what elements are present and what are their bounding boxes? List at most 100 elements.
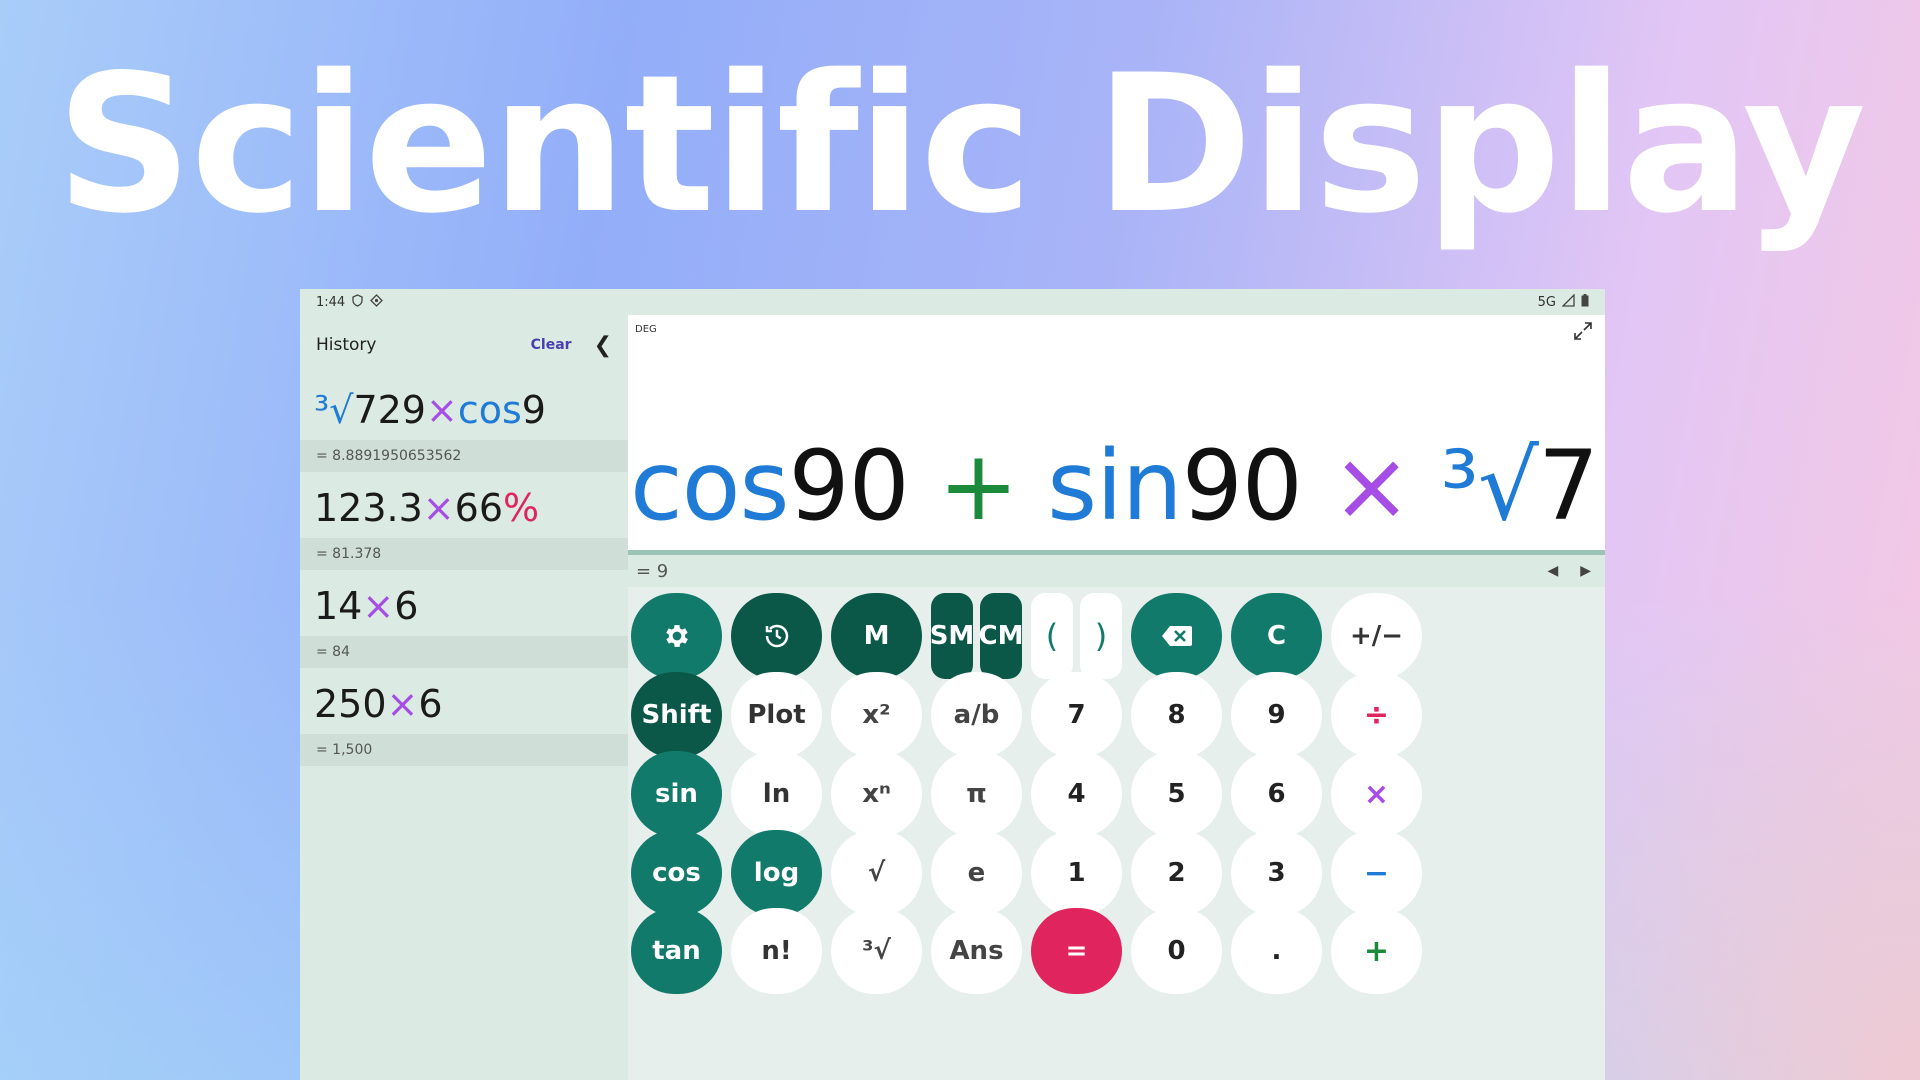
history-item[interactable]: 123.3 × 66% = 81.378 <box>300 473 628 571</box>
digit-3-button[interactable]: 3 <box>1231 830 1322 916</box>
digit-0-button[interactable]: 0 <box>1131 908 1222 994</box>
add-button[interactable]: + <box>1331 908 1422 994</box>
history-expression[interactable]: 14 × 6 <box>300 571 628 636</box>
expression-display[interactable]: cos90 + sin90 × ³√729 <box>630 430 1605 542</box>
history-expression-segment: cos <box>457 388 522 432</box>
plot-button[interactable]: Plot <box>731 672 822 758</box>
history-expression-segment: × <box>362 584 395 628</box>
history-expression-segment: 6 <box>418 682 443 726</box>
history-result[interactable]: = 8.8891950653562 <box>300 440 628 472</box>
factorial-button[interactable]: n! <box>731 908 822 994</box>
history-expression-segment: 250 <box>314 682 387 726</box>
history-expression-segment: × <box>425 388 458 432</box>
expression-segment: 90 <box>788 430 939 542</box>
history-icon <box>762 621 792 651</box>
digit-1-button[interactable]: 1 <box>1031 830 1122 916</box>
history-expression-segment: % <box>503 486 540 530</box>
history-expression-segment: 14 <box>314 584 363 628</box>
digit-2-button[interactable]: 2 <box>1131 830 1222 916</box>
digit-9-button[interactable]: 9 <box>1231 672 1322 758</box>
display-panel: DEG cos90 + sin90 × ³√729 <box>628 315 1605 550</box>
expand-icon[interactable] <box>1573 321 1593 347</box>
result-row: = 9 ◀ ▶ <box>628 555 1605 587</box>
history-item[interactable]: 14 × 6 = 84 <box>300 571 628 669</box>
close-paren-button[interactable]: ) <box>1080 593 1122 679</box>
expression-segment: ³√ <box>1410 430 1539 542</box>
history-expression-segment: × <box>386 682 419 726</box>
battery-icon <box>1581 293 1589 311</box>
history-expression[interactable]: ³√ 729 × cos 9 <box>300 375 628 440</box>
shield-icon <box>351 293 364 311</box>
shift-button[interactable]: Shift <box>631 672 722 758</box>
settings-button[interactable] <box>631 593 722 679</box>
status-time: 1:44 <box>316 294 346 310</box>
cursor-left-button[interactable]: ◀ <box>1547 563 1558 579</box>
app-notification-icon <box>370 293 384 311</box>
memory-clear-button[interactable]: CM <box>979 593 1023 679</box>
backspace-button[interactable] <box>1131 593 1222 679</box>
digit-7-button[interactable]: 7 <box>1031 672 1122 758</box>
calculator-app: 1:44 5G History Clear ❮ ³√ 729 × cos 9 = 8.… <box>300 289 1605 1080</box>
expression-segment: sin <box>1017 430 1183 542</box>
euler-button[interactable]: e <box>931 830 1022 916</box>
answer-button[interactable]: Ans <box>931 908 1022 994</box>
history-result[interactable]: = 84 <box>300 636 628 668</box>
decimal-button[interactable]: . <box>1231 908 1322 994</box>
history-expression-segment: 6 <box>394 584 419 628</box>
cos-button[interactable]: cos <box>631 830 722 916</box>
sqrt-button[interactable]: √ <box>831 830 922 916</box>
history-clear-button[interactable]: Clear <box>531 337 572 353</box>
backspace-icon <box>1161 623 1193 649</box>
sign-button[interactable]: +/− <box>1331 593 1422 679</box>
digit-8-button[interactable]: 8 <box>1131 672 1222 758</box>
memory-store-button[interactable]: SM <box>930 593 974 679</box>
expression-segment: + <box>938 430 1018 542</box>
digit-4-button[interactable]: 4 <box>1031 751 1122 837</box>
expression-segment: cos <box>630 430 790 542</box>
settings-icon <box>662 621 692 651</box>
history-panel: History Clear ❮ ³√ 729 × cos 9 = 8.88919506… <box>300 315 628 1080</box>
cursor-right-button[interactable]: ▶ <box>1580 563 1591 579</box>
power-button[interactable]: xⁿ <box>831 751 922 837</box>
divide-button[interactable]: ÷ <box>1331 672 1422 758</box>
log-button[interactable]: log <box>731 830 822 916</box>
square-button[interactable]: x² <box>831 672 922 758</box>
subtract-button[interactable]: − <box>1331 830 1422 916</box>
history-expression[interactable]: 250 × 6 <box>300 669 628 734</box>
history-expression[interactable]: 123.3 × 66% <box>300 473 628 538</box>
expression-segment: 729 <box>1537 430 1605 542</box>
history-expression-segment: 66 <box>454 486 503 530</box>
history-expression-segment: 729 <box>353 388 426 432</box>
digit-5-button[interactable]: 5 <box>1131 751 1222 837</box>
tan-button[interactable]: tan <box>631 908 722 994</box>
history-expression-segment: 9 <box>521 388 546 432</box>
history-result[interactable]: = 81.378 <box>300 538 628 570</box>
memory-button[interactable]: M <box>831 593 922 679</box>
status-bar: 1:44 5G <box>300 289 1605 315</box>
pi-button[interactable]: π <box>931 751 1022 837</box>
fraction-button[interactable]: a/b <box>931 672 1022 758</box>
signal-icon <box>1561 292 1575 311</box>
chevron-left-icon[interactable]: ❮ <box>594 333 612 358</box>
network-type: 5G <box>1537 294 1556 310</box>
result-preview: = 9 <box>636 560 669 582</box>
open-paren-button[interactable]: ( <box>1031 593 1073 679</box>
digit-6-button[interactable]: 6 <box>1231 751 1322 837</box>
cube-root-button[interactable]: ³√ <box>831 908 922 994</box>
multiply-button[interactable]: × <box>1331 751 1422 837</box>
history-title: History <box>316 335 377 355</box>
expression-segment: 90 <box>1181 430 1332 542</box>
history-header: History Clear ❮ <box>300 315 628 375</box>
equals-button[interactable]: = <box>1031 908 1122 994</box>
sin-button[interactable]: sin <box>631 751 722 837</box>
keypad: M SM CM() C +/− Shift Plot x² a/b 7 8 9 ÷ sin ln xⁿ π 4 5 6… <box>628 587 1605 1080</box>
history-expression-segment: 123.3 <box>314 486 423 530</box>
clear-button[interactable]: C <box>1231 593 1322 679</box>
history-item[interactable]: ³√ 729 × cos 9 = 8.8891950653562 <box>300 375 628 473</box>
history-item[interactable]: 250 × 6 = 1,500 <box>300 669 628 767</box>
history-button[interactable] <box>731 593 822 679</box>
history-expression-segment: × <box>422 486 455 530</box>
history-expression-segment: ³√ <box>314 388 354 432</box>
ln-button[interactable]: ln <box>731 751 822 837</box>
history-result[interactable]: = 1,500 <box>300 734 628 766</box>
